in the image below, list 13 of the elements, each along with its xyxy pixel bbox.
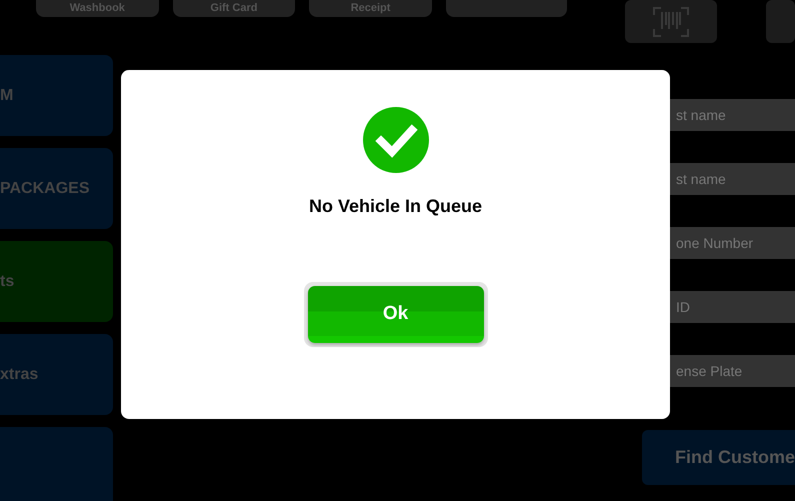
barcode-scan-button[interactable] [624, 0, 718, 43]
barcode-icon [652, 6, 689, 36]
success-check-icon [362, 107, 428, 173]
ok-button[interactable]: Ok [308, 286, 484, 343]
dialog-message: No Vehicle In Queue [308, 195, 482, 218]
toolbar-button[interactable] [446, 0, 567, 17]
menu-tile[interactable]: xtras [0, 334, 113, 415]
menu-tile[interactable]: PACKAGES [0, 148, 113, 229]
toolbar-button[interactable] [766, 0, 795, 43]
menu-tile[interactable]: M [0, 55, 113, 136]
menu-tile[interactable] [0, 427, 113, 501]
find-customer-button[interactable]: Find Custome [642, 430, 795, 485]
menu-tile[interactable]: ts [0, 241, 113, 322]
